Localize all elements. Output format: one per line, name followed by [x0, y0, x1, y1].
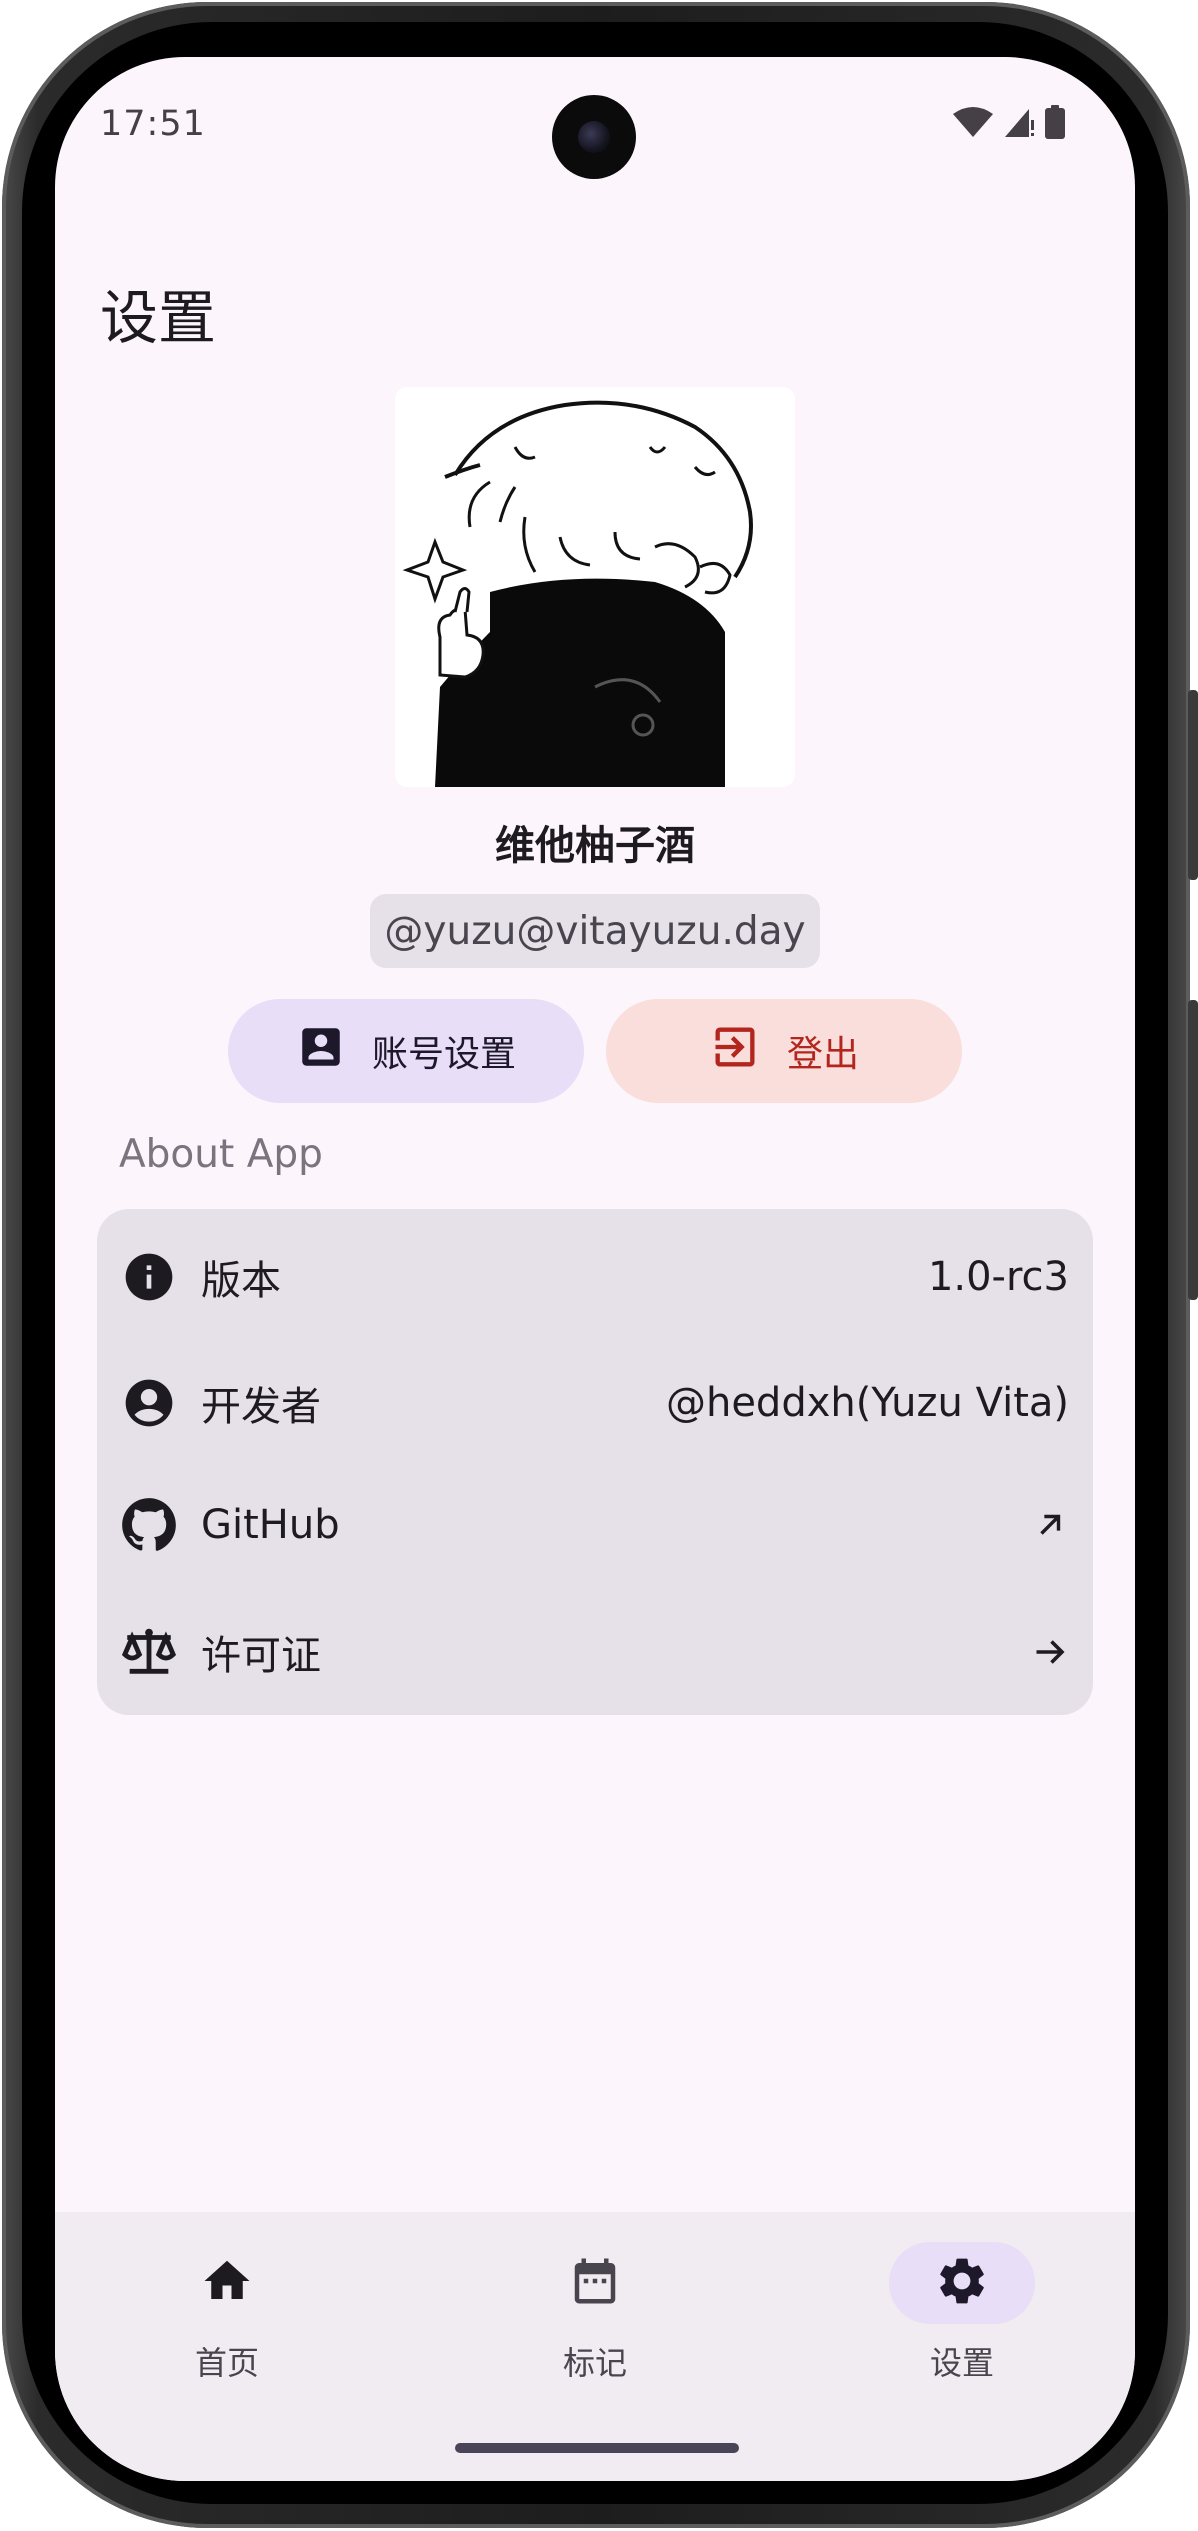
license-row[interactable]: 许可证 — [97, 1589, 1093, 1715]
developer-label: 开发者 — [201, 1384, 321, 1430]
nav-item-marks[interactable]: 标记 — [475, 2242, 715, 2384]
open-in-new-arrow-icon — [1027, 1502, 1073, 1548]
settings-gear-icon — [934, 2253, 990, 2313]
logout-icon — [709, 1021, 761, 1082]
version-value: 1.0-rc3 — [927, 1254, 1069, 1300]
developer-value: @heddxh(Yuzu Vita) — [665, 1380, 1069, 1426]
power-button — [1188, 1000, 1198, 1300]
developer-row[interactable]: 开发者 @heddxh(Yuzu Vita) — [97, 1340, 1093, 1466]
nav-item-home[interactable]: 首页 — [107, 2242, 347, 2384]
version-row: 版本 1.0-rc3 — [97, 1214, 1093, 1340]
wifi-icon — [953, 106, 993, 142]
account-box-icon — [296, 1022, 346, 1081]
github-label: GitHub — [201, 1502, 340, 1548]
status-icons — [953, 105, 1065, 143]
battery-icon — [1045, 105, 1065, 143]
calendar-icon — [568, 2254, 622, 2312]
logout-label: 登出 — [786, 1034, 859, 1075]
nav-home-indicator — [154, 2242, 300, 2324]
status-time: 17:51 — [100, 104, 206, 144]
user-handle: @yuzu@vitayuzu.day — [384, 908, 806, 954]
github-row[interactable]: GitHub — [97, 1462, 1093, 1588]
phone-device: 17:51 设置 维他柚子酒 @yuzu@vitayuzu.day 账号设置 登… — [0, 0, 1198, 2531]
user-handle-chip: @yuzu@vitayuzu.day — [370, 894, 820, 968]
about-card: 版本 1.0-rc3 开发者 @heddxh(Yuzu Vita) GitHub — [97, 1209, 1093, 1715]
version-label: 版本 — [201, 1258, 281, 1304]
home-icon — [200, 2254, 254, 2312]
screen: 17:51 设置 维他柚子酒 @yuzu@vitayuzu.day 账号设置 登… — [55, 57, 1135, 2481]
nav-item-settings[interactable]: 设置 — [842, 2242, 1082, 2384]
arrow-forward-icon — [1027, 1629, 1073, 1675]
nav-settings-indicator — [889, 2242, 1035, 2324]
github-icon — [119, 1495, 179, 1555]
account-settings-button[interactable]: 账号设置 — [228, 999, 584, 1103]
nav-label-home: 首页 — [194, 2344, 259, 2382]
page-title: 设置 — [100, 284, 217, 352]
nav-label-settings: 设置 — [929, 2344, 994, 2382]
gesture-home-indicator[interactable] — [455, 2443, 739, 2453]
info-icon — [119, 1247, 179, 1307]
volume-button — [1188, 690, 1198, 880]
nav-label-marks: 标记 — [562, 2344, 627, 2382]
about-section-label: About App — [119, 1132, 323, 1177]
account-circle-icon — [119, 1373, 179, 1433]
nav-marks-indicator — [522, 2242, 668, 2324]
user-display-name: 维他柚子酒 — [495, 823, 695, 869]
front-camera — [552, 95, 636, 179]
account-settings-label: 账号设置 — [371, 1034, 516, 1075]
avatar — [395, 387, 795, 787]
balance-scale-icon — [119, 1622, 179, 1682]
bottom-navigation: 首页 标记 设置 — [55, 2212, 1135, 2481]
cellular-signal-icon — [1003, 106, 1035, 142]
logout-button[interactable]: 登出 — [606, 999, 962, 1103]
license-label: 许可证 — [201, 1633, 321, 1679]
